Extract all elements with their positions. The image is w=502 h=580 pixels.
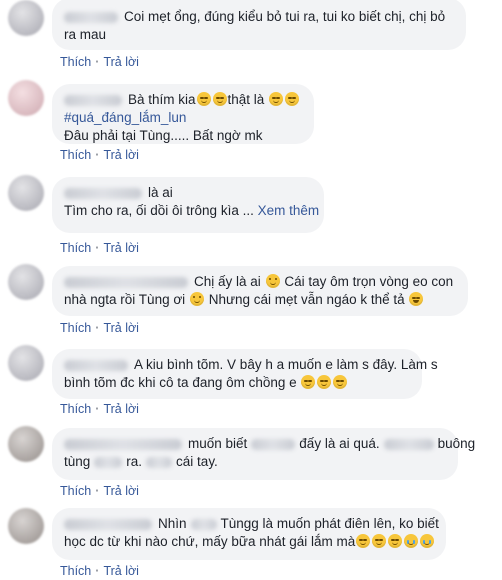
blurred-username[interactable] <box>64 518 152 530</box>
comment-actions: Thích · Trả lời <box>60 402 139 416</box>
relieved-emoji-icon <box>356 534 371 548</box>
comment-text: đấy là ai quá. <box>299 436 380 451</box>
comment-actions: Thích · Trả lời <box>60 55 139 69</box>
like-link[interactable]: Thích <box>60 55 91 69</box>
comment-text: nhà ngta rồi Tùng ơi <box>64 292 186 307</box>
comment-text: Nhưng cái mẹt vẫn ngáo k thể tả <box>208 292 405 307</box>
relieved-emoji-icon <box>388 534 403 548</box>
comment-text: là ai <box>148 185 173 200</box>
comment-bubble: A kiu bình tõm. V bây h a muốn e làm s đ… <box>52 349 438 399</box>
avatar[interactable] <box>8 0 44 36</box>
laugh-emoji-icon <box>409 292 424 306</box>
comment-actions: Thích · Trả lời <box>60 484 139 498</box>
comment-text: Đâu phải tại Tùng..... Bất ngờ mk <box>64 128 263 143</box>
comment-text: ra mau <box>64 27 107 42</box>
reply-link[interactable]: Trả lời <box>103 321 139 335</box>
relieved-emoji-icon <box>196 92 211 106</box>
comment-bubble: Coi mẹt ổng, đúng kiểu bỏ tui ra, tui ko… <box>52 0 466 50</box>
avatar[interactable] <box>8 80 44 116</box>
blurred-username[interactable] <box>64 187 142 199</box>
avatar[interactable] <box>8 426 44 462</box>
cry-emoji-icon <box>404 534 419 548</box>
comment-text: ra. <box>126 454 143 469</box>
comment-text: Tùngg là muốn phát điên lên, ko biết <box>220 516 439 531</box>
avatar[interactable] <box>8 508 44 544</box>
hashtag-link[interactable]: #quá_đáng_lắm_lun <box>64 110 186 125</box>
blurred-name <box>251 438 296 450</box>
like-link[interactable]: Thích <box>60 402 91 416</box>
reply-link[interactable]: Trả lời <box>103 148 139 162</box>
comment-text: A kiu bình tõm. V bây h a muốn e làm s đ… <box>134 357 438 372</box>
comment-actions: Thích · Trả lời <box>60 321 139 335</box>
blurred-username[interactable] <box>64 94 122 106</box>
comment-text: thật là <box>227 92 265 107</box>
comment-text: Cái tay ôm trọn vòng eo con <box>284 274 454 289</box>
cry-emoji-icon <box>420 534 435 548</box>
blurred-name <box>94 456 123 468</box>
relieved-emoji-icon <box>285 92 300 106</box>
comment-text: buông <box>437 436 476 451</box>
comment-text: muốn biết <box>188 436 248 451</box>
comment-text: Coi mẹt ổng, đúng kiểu bỏ tui ra, tui ko… <box>124 9 446 24</box>
comment-actions: Thích · Trả lời <box>60 564 139 578</box>
comment-bubble: là ai Tìm cho ra, ối dồi ôi trông kìa ..… <box>52 177 324 233</box>
like-link[interactable]: Thích <box>60 564 91 578</box>
smile-emoji-icon <box>265 274 280 288</box>
like-link[interactable]: Thích <box>60 241 91 255</box>
comment-text: Bà thím kia <box>128 92 196 107</box>
relieved-emoji-icon <box>301 375 316 389</box>
comment-bubble: Bà thím kia thật là #quá_đáng_lắm_lun Đâu… <box>52 84 314 144</box>
reply-link[interactable]: Trả lời <box>103 484 139 498</box>
reply-link[interactable]: Trả lời <box>103 402 139 416</box>
avatar[interactable] <box>8 264 44 300</box>
like-link[interactable]: Thích <box>60 148 91 162</box>
comment-text: Chị ấy là ai <box>194 274 261 289</box>
comment-text: cái tay. <box>176 454 218 469</box>
reply-link[interactable]: Trả lời <box>103 55 139 69</box>
smile-emoji-icon <box>189 292 204 306</box>
comment-bubble: Chị ấy là ai Cái tay ôm trọn vòng eo con… <box>52 266 468 316</box>
comment-text: Tìm cho ra, ối dồi ôi trông kìa ... <box>64 203 254 218</box>
relieved-emoji-icon <box>317 375 332 389</box>
like-link[interactable]: Thích <box>60 484 91 498</box>
avatar[interactable] <box>8 175 44 211</box>
comment-actions: Thích · Trả lời <box>60 148 139 162</box>
comment-text: học dc từ khi nào chứ, mấy bữa nhát gái … <box>64 534 356 549</box>
see-more-link[interactable]: Xem thêm <box>258 203 320 218</box>
comment-text: Nhìn <box>158 516 187 531</box>
like-link[interactable]: Thích <box>60 321 91 335</box>
blurred-username[interactable] <box>64 276 188 288</box>
comment-text: bình tõm đc khi cô ta đang ôm chồng e <box>64 375 297 390</box>
blurred-name <box>146 456 173 468</box>
relieved-emoji-icon <box>333 375 348 389</box>
blurred-username[interactable] <box>64 11 118 23</box>
reply-link[interactable]: Trả lời <box>103 564 139 578</box>
comment-bubble: Nhìn Tùngg là muốn phát điên lên, ko biết… <box>52 508 446 560</box>
comment-actions: Thích · Trả lời <box>60 241 139 255</box>
relieved-emoji-icon <box>372 534 387 548</box>
relieved-emoji-icon <box>269 92 284 106</box>
blurred-username[interactable] <box>64 359 128 371</box>
comment-bubble: muốn biết đấy là ai quá. buông tùng ra. cái … <box>52 428 475 480</box>
relieved-emoji-icon <box>212 92 227 106</box>
avatar[interactable] <box>8 345 44 381</box>
blurred-username[interactable] <box>64 438 182 450</box>
blurred-name <box>383 438 434 450</box>
comment-text: tùng <box>64 454 91 469</box>
reply-link[interactable]: Trả lời <box>103 241 139 255</box>
blurred-name <box>190 518 217 530</box>
